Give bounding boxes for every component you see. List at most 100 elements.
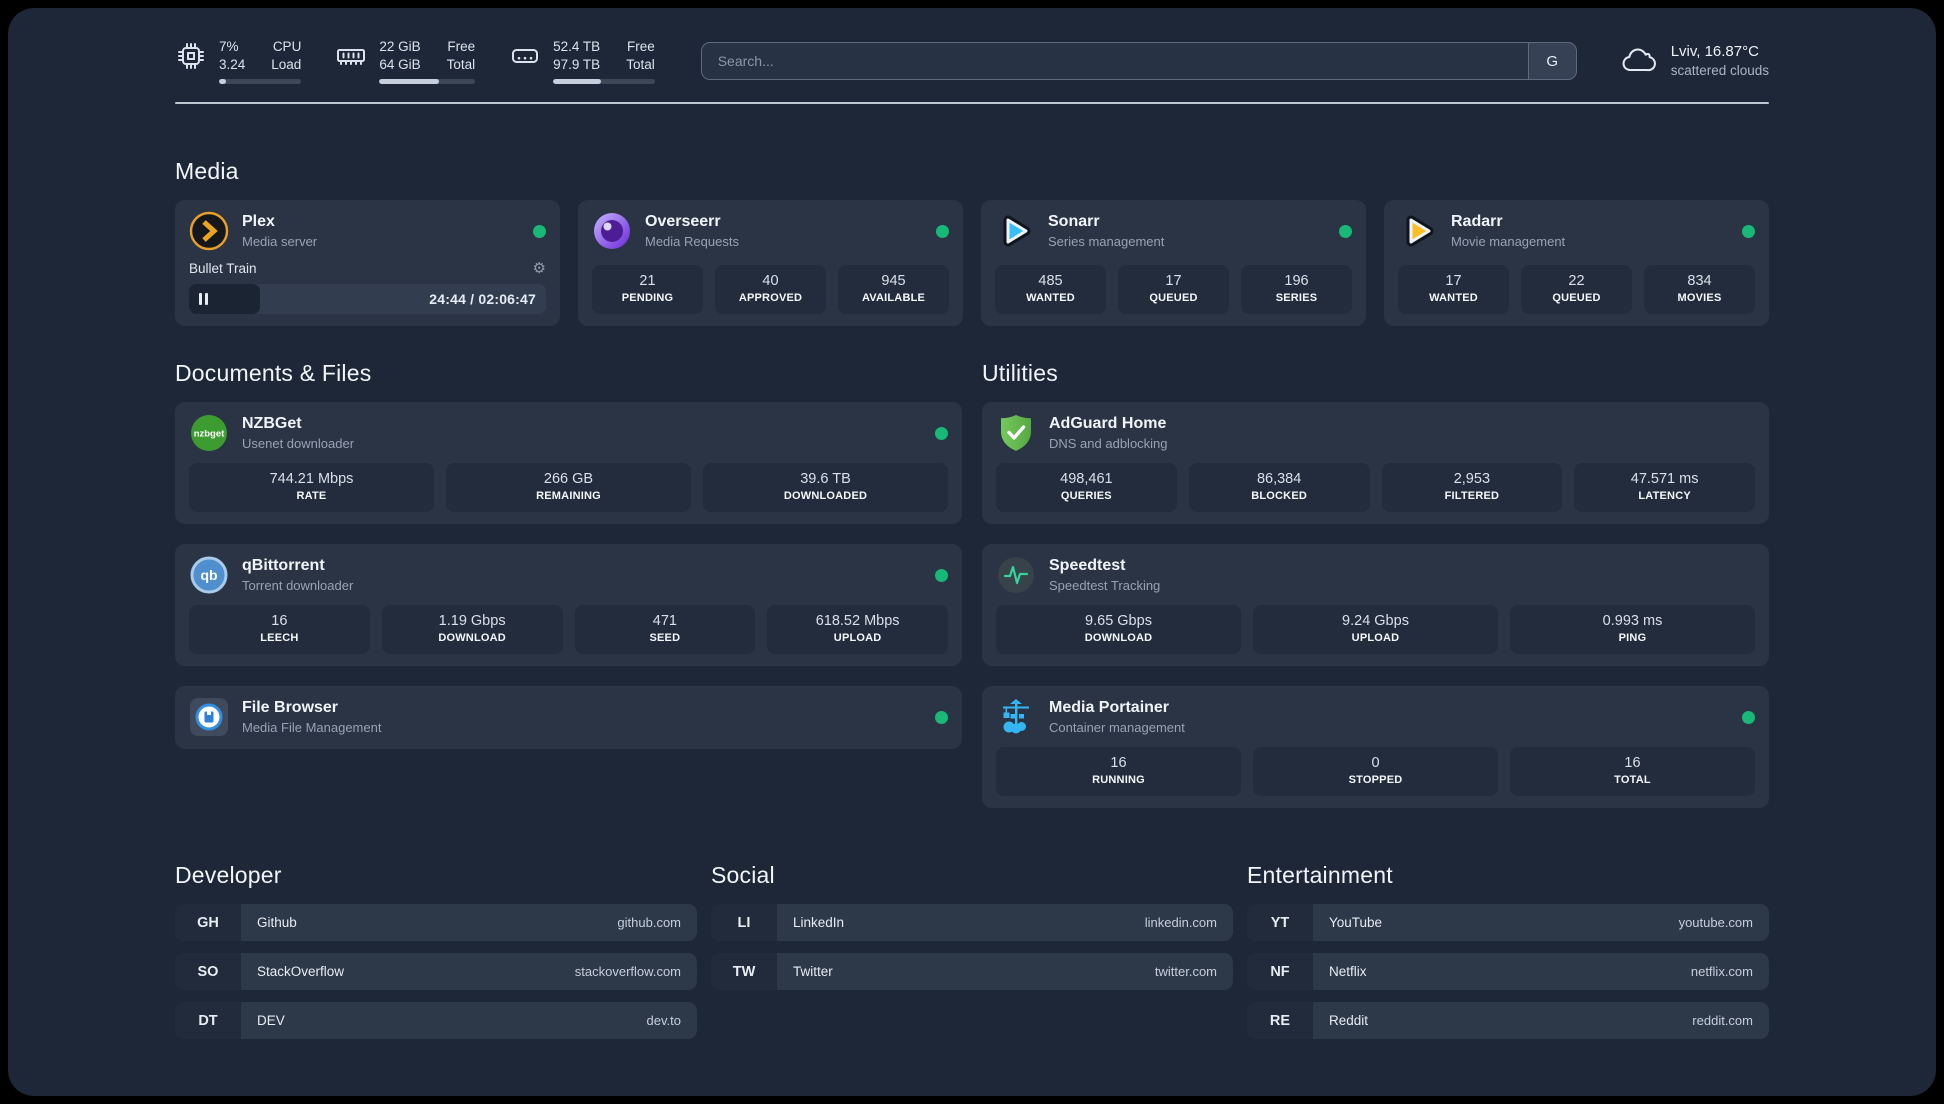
top-bar: 7% 3.24 CPU Load 22 GiB 64 GiB Free Tota…	[175, 38, 1769, 84]
app-subtitle: Media File Management	[242, 720, 382, 735]
app-card-sonarr[interactable]: Sonarr Series management 485 WANTED 17 QUE…	[981, 200, 1366, 326]
stat-wanted: 17 WANTED	[1398, 265, 1509, 314]
app-card-speedtest[interactable]: Speedtest Speedtest Tracking 9.65 Gbps DO…	[982, 544, 1769, 666]
section-developer: Developer GH Github github.com SO StackO…	[175, 862, 697, 1039]
link-name: DEV	[257, 1013, 285, 1028]
link-netflix[interactable]: NF Netflix netflix.com	[1247, 953, 1769, 990]
stat-download: 9.65 Gbps DOWNLOAD	[996, 605, 1241, 654]
link-url: github.com	[617, 915, 681, 930]
stat-series: 196 SERIES	[1241, 265, 1352, 314]
app-name: File Browser	[242, 699, 339, 716]
link-url: twitter.com	[1154, 964, 1217, 979]
stat-upload: 618.52 Mbps UPLOAD	[767, 605, 948, 654]
dashboard-page: 7% 3.24 CPU Load 22 GiB 64 GiB Free Tota…	[8, 8, 1936, 1096]
overseerr-icon	[592, 211, 632, 251]
app-name: Radarr	[1451, 213, 1503, 230]
search-input[interactable]	[701, 43, 1528, 79]
link-stackoverflow[interactable]: SO StackOverflow stackoverflow.com	[175, 953, 697, 990]
stat-rate: 744.21 Mbps RATE	[189, 463, 434, 512]
link-name: Github	[257, 915, 297, 930]
link-linkedin[interactable]: LI LinkedIn linkedin.com	[711, 904, 1233, 941]
stat-queries: 498,461 QUERIES	[996, 463, 1177, 512]
adguard-icon	[996, 413, 1036, 453]
link-github[interactable]: GH Github github.com	[175, 904, 697, 941]
section-title-documents: Documents & Files	[175, 360, 372, 386]
link-name: Twitter	[793, 964, 833, 979]
svg-text:qb: qb	[200, 567, 217, 583]
disk-progress-bar	[553, 79, 655, 84]
stat-queued: 22 QUEUED	[1521, 265, 1632, 314]
section-title-media: Media	[175, 158, 239, 184]
app-card-filebrowser[interactable]: File Browser Media File Management	[175, 686, 962, 749]
stat-upload: 9.24 Gbps UPLOAD	[1253, 605, 1498, 654]
now-playing-title: Bullet Train	[189, 261, 257, 276]
stat-remaining: 266 GB REMAINING	[446, 463, 691, 512]
memory-progress-bar	[379, 79, 476, 84]
cpu-load-label: Load	[271, 57, 302, 72]
link-reddit[interactable]: RE Reddit reddit.com	[1247, 1002, 1769, 1039]
link-tag: TW	[711, 953, 777, 990]
filebrowser-icon	[189, 697, 229, 737]
disk-monitor: 52.4 TB 97.9 TB Free Total	[509, 38, 655, 84]
stat-wanted: 485 WANTED	[995, 265, 1106, 314]
app-subtitle: Series management	[1048, 234, 1165, 249]
status-dot-online	[935, 710, 948, 724]
header-divider	[175, 102, 1769, 104]
stat-movies: 834 MOVIES	[1644, 265, 1755, 314]
app-name: Sonarr	[1048, 213, 1100, 230]
system-monitors: 7% 3.24 CPU Load 22 GiB 64 GiB Free Tota…	[175, 38, 655, 84]
link-tag: GH	[175, 904, 241, 941]
app-card-radarr[interactable]: Radarr Movie management 17 WANTED 22 QUEUE…	[1384, 200, 1769, 326]
radarr-icon	[1398, 211, 1438, 251]
app-card-qbittorrent[interactable]: qb qBittorrent Torrent downloader 16 LEEC…	[175, 544, 962, 666]
link-youtube[interactable]: YT YouTube youtube.com	[1247, 904, 1769, 941]
cpu-load-value: 3.24	[219, 57, 246, 72]
weather-widget: Lviv, 16.87°C scattered clouds	[1617, 41, 1769, 81]
section-utilities: Utilities AdGuard Home DNS and adblockin…	[982, 360, 1769, 808]
app-subtitle: Torrent downloader	[242, 578, 354, 593]
app-subtitle: Speedtest Tracking	[1049, 578, 1161, 593]
player-settings-icon[interactable]: ⚙	[533, 261, 546, 276]
memory-icon	[335, 40, 367, 72]
player-seek-bar[interactable]: 24:44 / 02:06:47	[189, 284, 546, 314]
link-tag: DT	[175, 1002, 241, 1039]
svg-text:nzbget: nzbget	[194, 429, 225, 440]
speedtest-icon	[996, 555, 1036, 595]
disk-free-label: Free	[626, 39, 655, 54]
link-url: netflix.com	[1690, 964, 1753, 979]
app-card-adguard[interactable]: AdGuard Home DNS and adblocking 498,461 Q…	[982, 402, 1769, 524]
app-name: Media Portainer	[1049, 699, 1170, 716]
stat-running: 16 RUNNING	[996, 747, 1241, 796]
cpu-usage-label: CPU	[272, 39, 302, 54]
stat-download: 1.19 Gbps DOWNLOAD	[381, 605, 563, 654]
app-subtitle: Container management	[1049, 720, 1185, 735]
app-card-portainer[interactable]: Media Portainer Container management 16 R…	[982, 686, 1769, 808]
app-name: Speedtest	[1049, 557, 1126, 574]
stat-stopped: 0 STOPPED	[1253, 747, 1498, 796]
search-engine-button[interactable]: G	[1527, 43, 1576, 79]
link-url: dev.to	[646, 1013, 681, 1028]
app-card-nzbget[interactable]: nzbget NZBGet Usenet downloader 744.21 M…	[175, 402, 962, 524]
memory-free-value: 22 GiB	[379, 39, 421, 54]
status-dot-online	[936, 224, 949, 238]
weather-location-temp: Lviv, 16.87°C	[1670, 43, 1759, 60]
sonarr-icon	[995, 211, 1035, 251]
pause-icon[interactable]	[199, 293, 208, 305]
weather-condition: scattered clouds	[1670, 63, 1769, 78]
stat-available: 945 AVAILABLE	[838, 265, 949, 314]
link-dev-to[interactable]: DT DEV dev.to	[175, 1002, 697, 1039]
link-name: LinkedIn	[793, 915, 845, 930]
link-twitter[interactable]: TW Twitter twitter.com	[711, 953, 1233, 990]
section-title-entertainment: Entertainment	[1247, 862, 1393, 888]
stat-pending: 21 PENDING	[592, 265, 703, 314]
cpu-usage-value: 7%	[219, 39, 239, 54]
app-card-overseerr[interactable]: Overseerr Media Requests 21 PENDING 40 APP…	[578, 200, 963, 326]
app-card-plex[interactable]: Plex Media server Bullet Train ⚙ 24:44 /…	[175, 200, 560, 326]
link-url: stackoverflow.com	[574, 964, 681, 979]
nzbget-icon: nzbget	[189, 413, 229, 453]
stat-ping: 0.993 ms PING	[1510, 605, 1755, 654]
link-name: StackOverflow	[257, 964, 345, 979]
memory-total-label: Total	[446, 57, 476, 72]
player-time: 24:44 / 02:06:47	[429, 291, 536, 307]
section-documents: Documents & Files nzbget NZBGet Usenet d…	[175, 360, 962, 749]
